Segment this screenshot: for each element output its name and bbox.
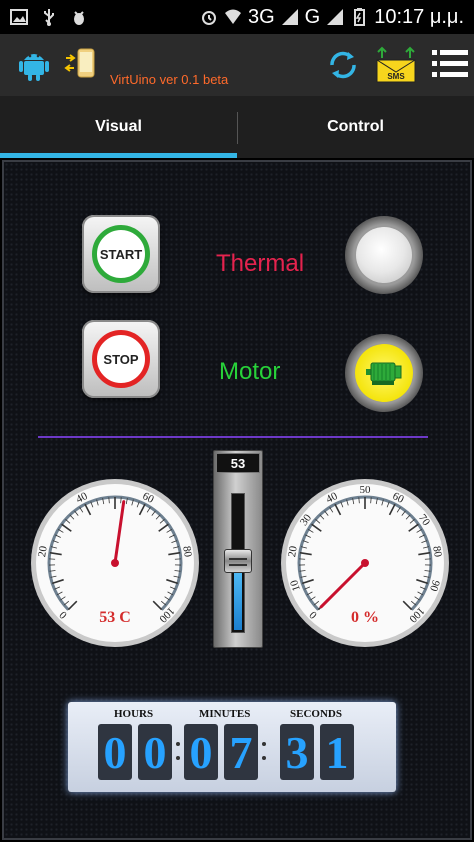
start-ring: START xyxy=(92,225,150,283)
motor-led xyxy=(345,334,423,412)
thermal-led-lamp xyxy=(356,227,412,283)
tab-control-label: Control xyxy=(327,118,384,135)
timer-digit: 3 xyxy=(280,724,314,780)
status-bar: 3G G 10:17 μ.μ. xyxy=(0,0,474,34)
gauge-tick xyxy=(370,497,372,504)
tab-visual-label: Visual xyxy=(95,118,142,135)
battery-icon xyxy=(354,8,366,26)
android-icon xyxy=(19,54,49,81)
countdown-timer: HOURS MINUTES SECONDS 0 0 0 7 3 1 xyxy=(68,702,396,792)
timer-digit: 7 xyxy=(224,724,258,780)
slider-thumb[interactable] xyxy=(224,548,252,573)
wifi-icon xyxy=(224,9,241,24)
minutes-label: MINUTES xyxy=(199,708,251,720)
hours-label: HOURS xyxy=(114,708,154,720)
motor-label: Motor xyxy=(219,358,281,385)
gauge-tick xyxy=(108,497,110,504)
menu-icon[interactable] xyxy=(432,46,468,82)
sync-icon[interactable] xyxy=(326,48,360,82)
motor-led-lamp xyxy=(355,344,413,402)
temperature-readout: 53 C xyxy=(99,609,131,626)
timer-colon xyxy=(176,736,180,768)
app-title: VirtUino ver 0.1 beta xyxy=(110,72,229,87)
app-bar: VirtUino ver 0.1 beta SMS xyxy=(0,34,474,96)
temperature-gauge: 02040 6080100 53 C xyxy=(31,479,199,647)
gauge-hub xyxy=(361,559,369,567)
seconds-label: SECONDS xyxy=(290,708,342,720)
sms-button[interactable]: SMS xyxy=(376,46,416,84)
debug-icon xyxy=(74,11,84,25)
gauge-tick xyxy=(358,497,360,504)
section-divider xyxy=(38,436,428,438)
alarm-icon xyxy=(201,11,216,25)
percent-readout: 0 % xyxy=(351,609,379,626)
phone-link-icon[interactable] xyxy=(64,48,98,78)
thermal-label: Thermal xyxy=(216,250,305,277)
usb-icon xyxy=(44,9,54,26)
thermal-led xyxy=(345,216,423,294)
signal-2-icon xyxy=(327,9,344,25)
slider-value: 53 xyxy=(216,453,260,473)
clock: 10:17 μ.μ. xyxy=(374,5,464,28)
gauge-tick xyxy=(120,497,122,504)
tab-visual[interactable]: Visual xyxy=(0,96,237,158)
vertical-slider: 53 xyxy=(213,450,263,648)
start-label: START xyxy=(99,246,143,262)
start-button[interactable]: START xyxy=(82,215,160,293)
signal-icon xyxy=(281,9,298,25)
timer-digit: 0 xyxy=(184,724,218,780)
timer-digit: 0 xyxy=(138,724,172,780)
stop-label: STOP xyxy=(103,351,139,367)
gauge-tick-label: 50 xyxy=(360,484,372,496)
gallery-icon xyxy=(10,9,28,25)
timer-digit: 1 xyxy=(320,724,354,780)
network-type: 3G xyxy=(247,5,275,28)
tab-divider xyxy=(237,112,238,144)
tab-control[interactable]: Control xyxy=(237,96,474,158)
timer-colon xyxy=(262,736,266,768)
percent-gauge: 0102030405060708090100 0 % xyxy=(281,479,449,647)
sms-label: SMS xyxy=(387,72,405,81)
network-type-2: G xyxy=(304,5,321,28)
motor-icon xyxy=(366,362,402,385)
stop-button[interactable]: STOP xyxy=(82,320,160,398)
timer-digit: 0 xyxy=(98,724,132,780)
gauge-hub xyxy=(111,559,119,567)
stop-ring: STOP xyxy=(92,330,150,388)
